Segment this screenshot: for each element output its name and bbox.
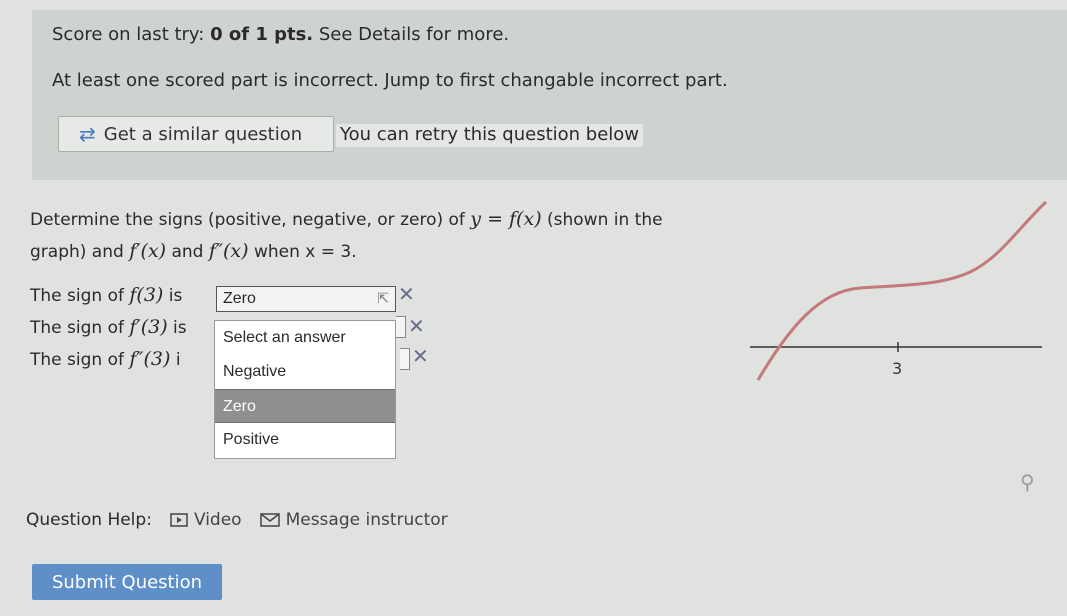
sign-row-fdoubleprime: The sign of f″(3) i	[30, 348, 181, 370]
score-line: Score on last try: 0 of 1 pts. See Detai…	[52, 24, 509, 45]
question-math-fp: f′(x)	[129, 240, 167, 262]
sign-f-select[interactable]: Zero ⇱	[216, 286, 396, 312]
question-math-y: y = f(x)	[470, 208, 542, 230]
row-suffix: is	[163, 286, 183, 306]
score-details-link[interactable]: See Details for more.	[313, 24, 509, 45]
incorrect-x-icon: ✕	[398, 282, 415, 306]
question-help: Question Help: Video Message instructor	[26, 510, 448, 530]
video-label: Video	[193, 510, 242, 530]
row-math: f(3)	[129, 284, 164, 306]
message-instructor-link[interactable]: Message instructor	[259, 510, 448, 530]
incorrect-x-icon: ✕	[412, 344, 429, 368]
row-math: f″(3)	[129, 348, 171, 370]
envelope-icon	[259, 513, 280, 527]
help-label: Question Help:	[26, 510, 152, 530]
row-prefix: The sign of	[30, 350, 130, 370]
similar-question-button[interactable]: ⇄ Get a similar question	[58, 116, 334, 152]
similar-question-label: Get a similar question	[103, 123, 303, 145]
question-and: and	[166, 242, 209, 262]
row-prefix: The sign of	[30, 286, 130, 306]
pointer-cursor-icon: ⇱	[377, 290, 389, 306]
question-line2-pre: graph) and	[30, 242, 130, 262]
video-icon	[170, 513, 188, 527]
sign-f-selected-value: Zero	[223, 290, 256, 307]
score-value: 0 of 1 pts.	[210, 24, 314, 45]
question-line1-post: (shown in the	[541, 210, 663, 230]
sign-fdoubleprime-select[interactable]	[400, 348, 410, 370]
option-zero[interactable]: Zero	[215, 389, 395, 423]
x-tick-label: 3	[892, 359, 902, 378]
submit-question-button[interactable]: Submit Question	[32, 564, 222, 600]
option-negative[interactable]: Negative	[215, 355, 395, 389]
row-math: f′(3)	[129, 316, 168, 338]
magnifier-icon[interactable]: ⚲	[1020, 470, 1035, 494]
sign-row-fprime: The sign of f′(3) is	[30, 316, 187, 338]
function-curve	[756, 200, 1048, 381]
sign-fprime-select[interactable]	[396, 316, 406, 338]
message-instructor-label: Message instructor	[285, 510, 448, 530]
refresh-icon: ⇄	[79, 122, 96, 146]
function-graph: 3	[750, 200, 1048, 381]
score-prefix: Score on last try:	[52, 24, 211, 45]
retry-text: You can retry this question below	[336, 124, 644, 147]
question-math-fpp: f″(x)	[208, 240, 249, 262]
row-suffix: i	[170, 350, 181, 370]
incorrect-x-icon: ✕	[408, 314, 425, 338]
sign-row-f: The sign of f(3) is	[30, 284, 182, 306]
video-link[interactable]: Video	[170, 510, 242, 530]
row-prefix: The sign of	[30, 318, 130, 338]
option-positive[interactable]: Positive	[215, 423, 395, 457]
question-line2-post: when x = 3.	[248, 242, 357, 262]
answer-dropdown[interactable]: Select an answer Negative Zero Positive	[214, 320, 396, 459]
row-suffix: is	[167, 318, 187, 338]
question-text: Determine the signs (positive, negative,…	[30, 204, 663, 268]
option-select-an-answer[interactable]: Select an answer	[215, 321, 395, 355]
question-line1-pre: Determine the signs (positive, negative,…	[30, 210, 471, 230]
incorrect-notice[interactable]: At least one scored part is incorrect. J…	[52, 70, 728, 91]
